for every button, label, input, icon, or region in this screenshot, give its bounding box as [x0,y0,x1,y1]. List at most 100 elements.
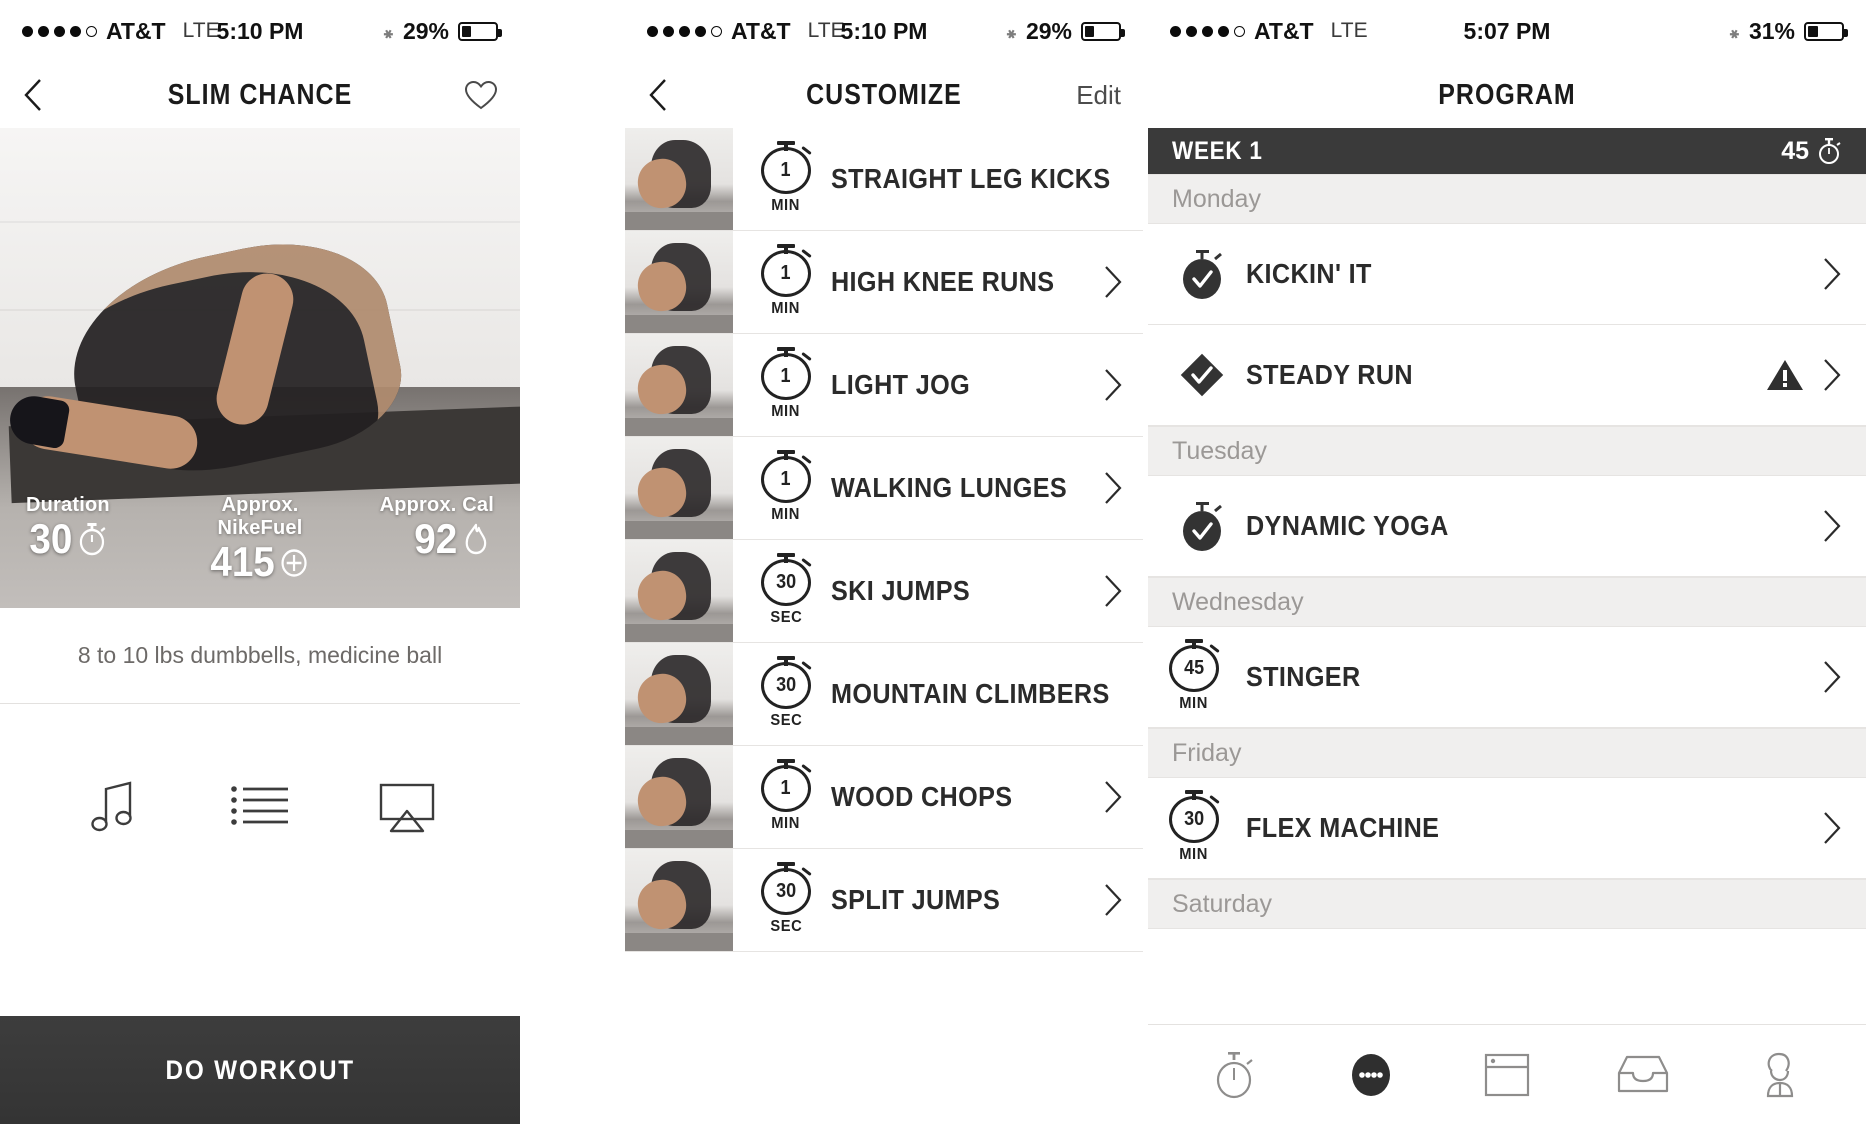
program-schedule: Monday KICKIN' IT STEADY RUN Tuesday DYNAMIC… [1148,174,1866,929]
program-name: STINGER [1246,661,1361,692]
exercise-row[interactable]: 1 MIN HIGH KNEE RUNS [625,231,1143,334]
program-row[interactable]: KICKIN' IT [1148,224,1866,325]
stat-duration-label: Duration [26,493,110,516]
chevron-right-icon [1824,359,1841,391]
program-row[interactable]: 30 MIN FLEX MACHINE [1148,778,1866,879]
stat-duration: Duration 30 [26,494,182,584]
exercise-list-button[interactable] [223,772,297,846]
program-row[interactable]: STEADY RUN [1148,325,1866,426]
program-duration-unit: MIN [1179,694,1209,712]
exercise-name: SKI JUMPS [831,575,971,606]
exercise-row-content: 1 MIN WOOD CHOPS [733,746,1143,848]
day-header: Saturday [1148,879,1866,929]
phone-panel-program: AT&T LTE 5:07 PM ꘎ 31% PROGRAM WEEK 1 45 [1148,0,1866,1124]
battery-percent-label: 29% [402,17,449,44]
status-bar: AT&T LTE 5:10 PM ꘎ 29% [0,0,520,62]
exercise-duration: 1 MIN [757,758,815,833]
chevron-right-icon [1105,781,1122,813]
stopwatch-icon: 1 [761,758,812,812]
exercise-row[interactable]: 1 MIN WOOD CHOPS [625,746,1143,849]
chevron-left-icon [649,79,666,111]
music-button[interactable] [76,772,150,846]
exercise-duration: 1 MIN [757,140,815,215]
stopwatch-tab-icon [1217,1051,1253,1098]
exercise-list: 1 MIN STRAIGHT LEG KICKS 1 MIN HIGH KNEE RUNS… [625,128,1143,952]
page-title: SLIM CHANCE [167,78,353,111]
exercise-duration: 1 MIN [757,346,815,421]
stopwatch-icon: 1 [761,346,812,400]
chevron-right-icon [1105,369,1122,401]
back-button[interactable] [647,77,669,113]
more-dots-tab-icon [1351,1053,1390,1096]
chevron-right-icon [1824,510,1841,542]
phone-panel-workout-detail: AT&T LTE 5:10 PM ꘎ 29% SLIM CHANCE Durat… [0,0,520,1124]
nav-bar-2: CUSTOMIZE Edit [625,62,1143,128]
stat-nikefuel-value-wrap: 415 [210,539,309,584]
chevron-right-icon [1824,812,1841,844]
airplay-button[interactable] [370,772,444,846]
nav-bar-3: PROGRAM [1148,62,1866,128]
status-right-2: ꘎ 29% [1006,18,1125,45]
stopwatch-icon: 45 [1169,638,1220,692]
status-bar-2: AT&T LTE 5:10 PM ꘎ 29% [625,0,1143,62]
bottom-tab-bar [1148,1024,1866,1124]
exercise-row[interactable]: 1 MIN WALKING LUNGES [625,437,1143,540]
stopwatch-check-icon [1183,502,1222,551]
exercise-duration-unit: SEC [770,917,802,935]
exercise-row-content: 1 MIN HIGH KNEE RUNS [733,231,1143,333]
exercise-row[interactable]: 30 SEC SKI JUMPS [625,540,1143,643]
nav-bar: SLIM CHANCE [0,62,520,128]
exercise-duration: 30 SEC [757,861,815,936]
program-row[interactable]: 45 MIN STINGER [1148,627,1866,728]
phone-panel-customize: AT&T LTE 5:10 PM ꘎ 29% CUSTOMIZE Edit 1 M… [625,0,1143,1124]
exercise-thumbnail [625,128,733,230]
exercise-duration: 1 MIN [757,243,815,318]
battery-percent-label: 31% [1748,17,1795,44]
exercise-row-content: 1 MIN WALKING LUNGES [733,437,1143,539]
day-header: Tuesday [1148,426,1866,476]
exercise-duration-unit: MIN [771,299,801,317]
stat-calories-value: 92 [414,514,458,562]
bluetooth-icon: ꘎ [382,18,394,43]
exercise-row[interactable]: 1 MIN LIGHT JOG [625,334,1143,437]
tab-inbox[interactable] [1608,1042,1678,1108]
exercise-row[interactable]: 30 SEC SPLIT JUMPS [625,849,1143,952]
airplay-icon [379,783,434,833]
stat-nikefuel: Approx. NikeFuel 415 [182,494,338,584]
exercise-name: WALKING LUNGES [831,472,1068,503]
program-row[interactable]: DYNAMIC YOGA [1148,476,1866,577]
exercise-duration-unit: MIN [771,505,801,523]
page-title: PROGRAM [1438,78,1576,111]
equipment-text: 8 to 10 lbs dumbbells, medicine ball [0,608,520,704]
stat-duration-value: 30 [29,514,73,562]
exercise-name: STRAIGHT LEG KICKS [831,163,1111,194]
back-button[interactable] [22,77,44,113]
program-row-right [1822,811,1842,845]
list-icon [231,786,288,825]
favorite-button[interactable] [464,79,498,111]
tab-workouts[interactable] [1199,1042,1269,1108]
tab-programs[interactable] [1472,1042,1542,1108]
exercise-row[interactable]: 30 SEC MOUNTAIN CLIMBERS [625,643,1143,746]
exercise-row-content: 30 SEC MOUNTAIN CLIMBERS [733,643,1143,745]
exercise-thumbnail [625,540,733,642]
program-row-right [1766,358,1842,392]
program-name: KICKIN' IT [1246,258,1372,289]
exercise-row-content: 30 SEC SPLIT JUMPS [733,849,1143,951]
exercise-duration: 30 SEC [757,655,815,730]
flame-icon [465,523,487,555]
tab-more[interactable] [1336,1042,1406,1108]
program-duration: 30 MIN [1165,789,1223,864]
warning-triangle-icon[interactable] [1766,358,1804,392]
edit-button[interactable]: Edit [1076,80,1121,111]
workout-tools [0,704,520,914]
tab-profile[interactable] [1745,1042,1815,1108]
exercise-row[interactable]: 1 MIN STRAIGHT LEG KICKS [625,128,1143,231]
exercise-name: MOUNTAIN CLIMBERS [831,678,1110,709]
do-workout-button[interactable]: DO WORKOUT [0,1016,520,1124]
exercise-thumbnail [625,334,733,436]
stopwatch-icon: 1 [761,243,812,297]
exercise-thumbnail [625,437,733,539]
fuel-plus-icon [281,549,307,577]
chevron-right-icon [1105,472,1122,504]
